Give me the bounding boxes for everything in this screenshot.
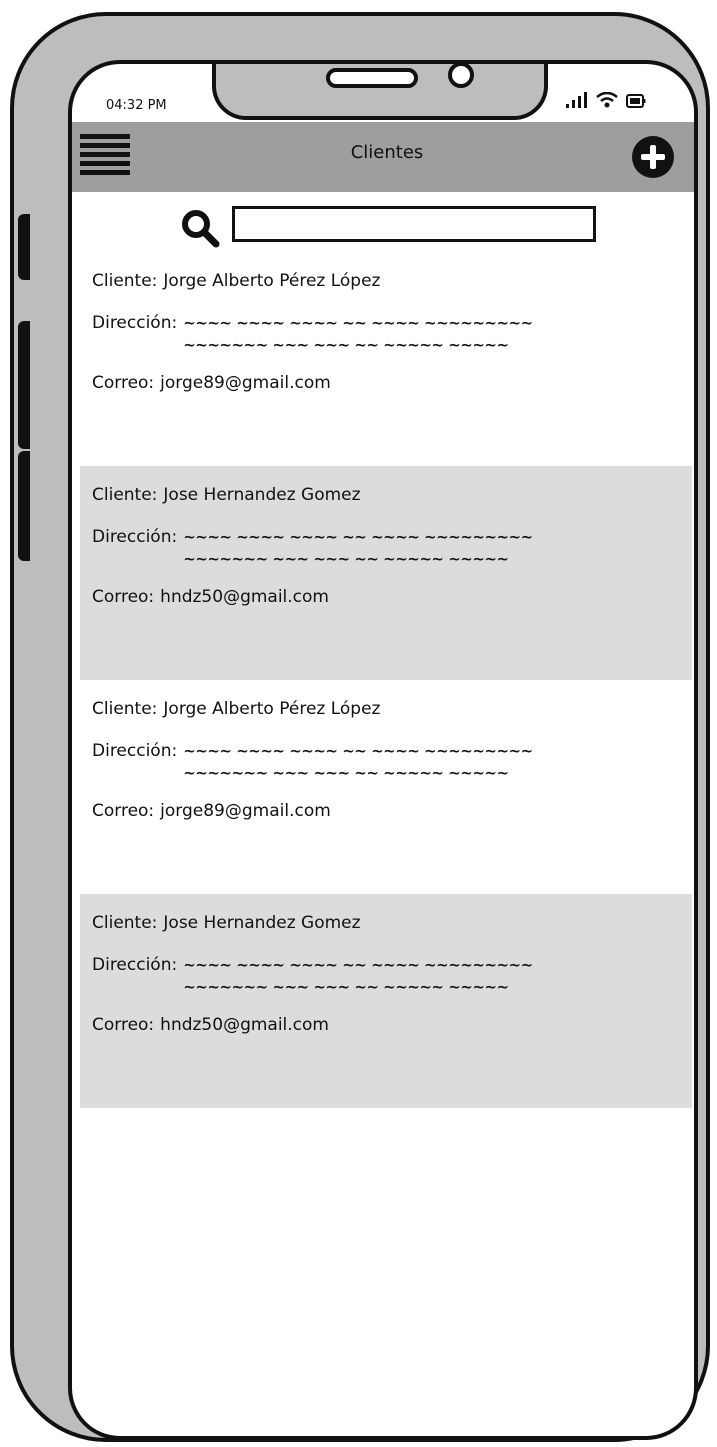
address-line-1: ~~~~ ~~~~ ~~~~ ~~ ~~~~ ~~~~~~~~~ [183,742,533,760]
notch [212,64,548,120]
address-label: Dirección: [92,741,178,761]
client-card[interactable]: Cliente: Jose Hernandez Gomez Dirección: … [80,894,692,1108]
address-label: Dirección: [92,527,178,547]
status-time: 04:32 PM [106,98,167,113]
client-label: Cliente: [92,485,158,505]
client-name-row: Cliente: Jorge Alberto Pérez López [92,698,680,720]
client-email: jorge89@gmail.com [160,801,331,821]
email-row: Correo: jorge89@gmail.com [92,372,680,394]
address-row: Dirección: ~~~~ ~~~~ ~~~~ ~~ ~~~~ ~~~~~~… [92,526,680,570]
client-card[interactable]: Cliente: Jose Hernandez Gomez Dirección: … [80,466,692,680]
side-button-silent [18,214,30,280]
client-label: Cliente: [92,699,158,719]
email-label: Correo: [92,801,155,821]
client-name: Jose Hernandez Gomez [163,913,361,933]
address-line-2: ~~~~~~~ ~~~ ~~~ ~~ ~~~~~ ~~~~~ [183,336,509,354]
client-name: Jorge Alberto Pérez López [163,699,381,719]
client-card[interactable]: Cliente: Jorge Alberto Pérez López Direcc… [80,680,692,894]
client-name: Jorge Alberto Pérez López [163,271,381,291]
wifi-icon [596,92,618,108]
client-name: Jose Hernandez Gomez [163,485,361,505]
search-icon[interactable] [180,208,220,248]
client-label: Cliente: [92,913,158,933]
email-label: Correo: [92,587,155,607]
address-line-1: ~~~~ ~~~~ ~~~~ ~~ ~~~~ ~~~~~~~~~ [183,314,533,332]
address-line-2: ~~~~~~~ ~~~ ~~~ ~~ ~~~~~ ~~~~~ [183,978,509,996]
speaker-icon [326,68,418,88]
address-label: Dirección: [92,313,178,333]
client-email: hndz50@gmail.com [160,1015,329,1035]
client-name-row: Cliente: Jose Hernandez Gomez [92,912,680,934]
address-row: Dirección: ~~~~ ~~~~ ~~~~ ~~ ~~~~ ~~~~~~… [92,312,680,356]
address-line-2: ~~~~~~~ ~~~ ~~~ ~~ ~~~~~ ~~~~~ [183,550,509,568]
client-name-row: Cliente: Jorge Alberto Pérez López [92,270,680,292]
address-row: Dirección: ~~~~ ~~~~ ~~~~ ~~ ~~~~ ~~~~~~… [92,954,680,998]
address-line-1: ~~~~ ~~~~ ~~~~ ~~ ~~~~ ~~~~~~~~~ [183,956,533,974]
search-input[interactable] [232,206,596,242]
client-name-row: Cliente: Jose Hernandez Gomez [92,484,680,506]
side-button-volume-down [18,451,30,561]
email-label: Correo: [92,1015,155,1035]
client-email: hndz50@gmail.com [160,587,329,607]
phone-screen: 04:32 PM Clientes Cliente: Jorge Alberto… [68,60,698,1440]
client-card[interactable]: Cliente: Jorge Alberto Pérez López Direcc… [80,252,692,466]
phone-frame: 04:32 PM Clientes Cliente: Jorge Alberto… [10,12,710,1442]
app-bar: Clientes [72,122,694,192]
page-title: Clientes [350,142,424,163]
client-email: jorge89@gmail.com [160,373,331,393]
side-button-volume-up [18,321,30,449]
battery-icon [626,94,646,108]
status-icons [566,92,646,108]
client-list: Cliente: Jorge Alberto Pérez López Direcc… [80,252,692,1108]
client-label: Cliente: [92,271,158,291]
email-row: Correo: hndz50@gmail.com [92,586,680,608]
email-row: Correo: jorge89@gmail.com [92,800,680,822]
address-line-1: ~~~~ ~~~~ ~~~~ ~~ ~~~~ ~~~~~~~~~ [183,528,533,546]
address-label: Dirección: [92,955,178,975]
address-row: Dirección: ~~~~ ~~~~ ~~~~ ~~ ~~~~ ~~~~~~… [92,740,680,784]
email-label: Correo: [92,373,155,393]
add-client-button[interactable] [632,136,674,178]
camera-icon [448,64,474,88]
email-row: Correo: hndz50@gmail.com [92,1014,680,1036]
address-line-2: ~~~~~~~ ~~~ ~~~ ~~ ~~~~~ ~~~~~ [183,764,509,782]
signal-icon [566,92,587,108]
